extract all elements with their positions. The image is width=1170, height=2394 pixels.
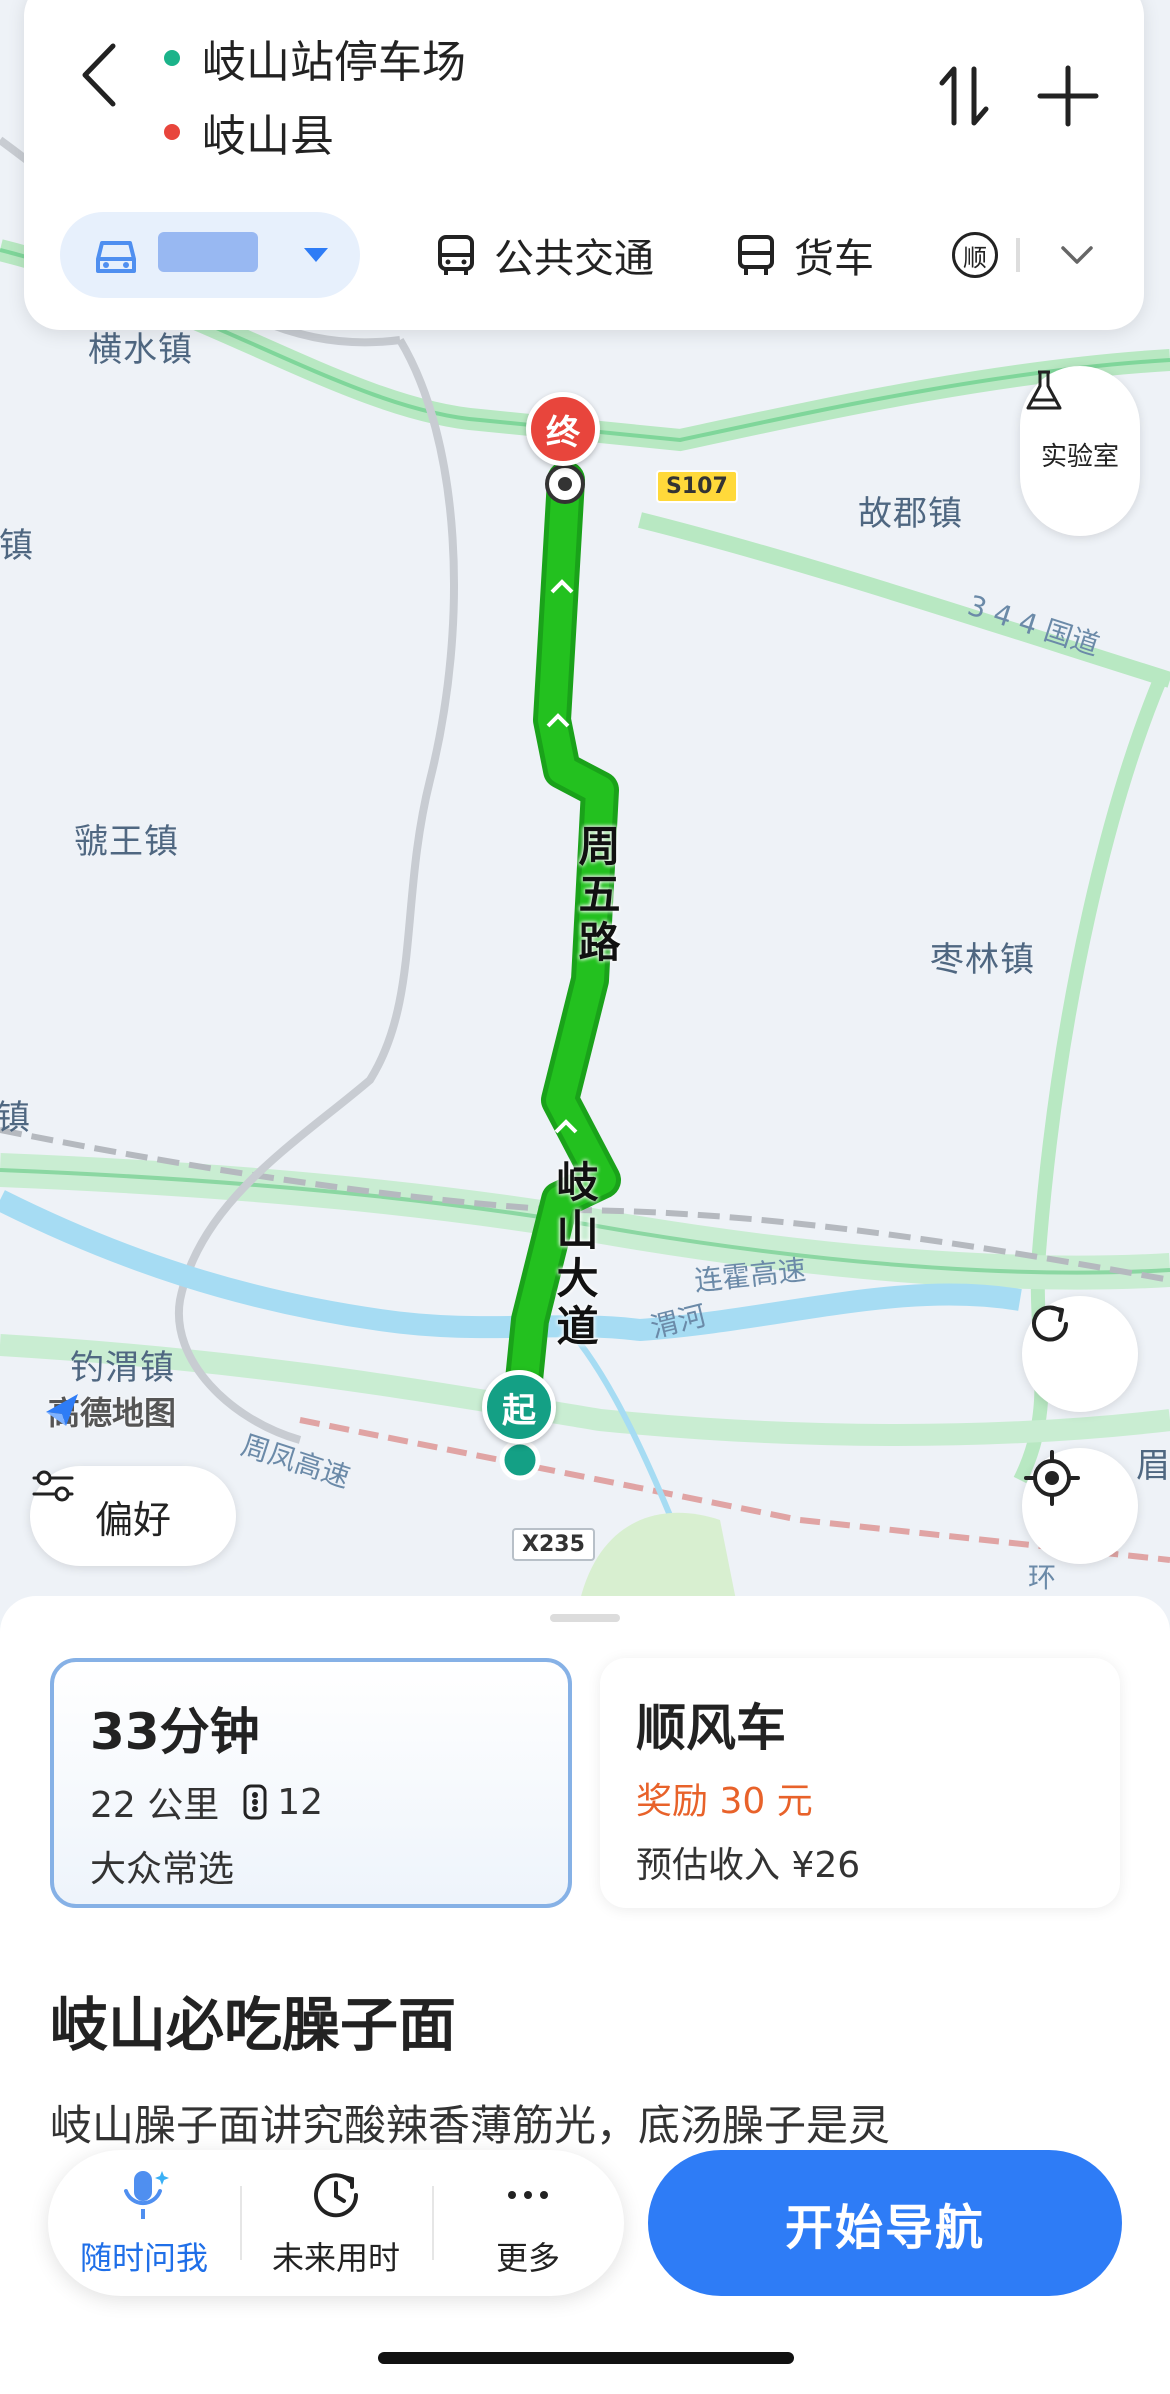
refresh-icon xyxy=(1032,1305,1068,1342)
locate-button[interactable] xyxy=(1022,1448,1138,1564)
place-label: 镇 xyxy=(0,1098,31,1138)
route-road-name: 周五路 xyxy=(572,824,621,968)
back-button[interactable] xyxy=(64,30,134,120)
plus-icon xyxy=(1037,65,1099,127)
lab-label: 实验室 xyxy=(1040,441,1119,472)
carpool-icon: 顺 xyxy=(952,232,998,278)
tab-truck[interactable]: 货车 xyxy=(734,226,874,284)
home-indicator[interactable] xyxy=(378,2352,794,2364)
road-shield: X235 xyxy=(512,1528,595,1561)
place-label: 虢王镇 xyxy=(74,822,179,862)
tab-public-transit[interactable]: 公共交通 xyxy=(434,226,654,284)
add-waypoint-button[interactable] xyxy=(1028,56,1108,136)
truck-icon xyxy=(738,235,774,275)
route-distance: 22 公里 xyxy=(90,1785,220,1826)
redacted-label xyxy=(158,232,258,272)
traffic-light-count: 12 xyxy=(277,1781,324,1823)
carpool-reward: 奖励 30 元 xyxy=(636,1781,813,1822)
tab-label: 货车 xyxy=(794,236,874,282)
fade-divider xyxy=(1016,238,1020,272)
refresh-route-button[interactable] xyxy=(1022,1296,1138,1412)
microphone-icon xyxy=(124,2171,169,2219)
bottom-action-bar: 随时问我 未来用时 更多 xyxy=(48,2150,624,2296)
place-label: 眉 xyxy=(1136,1446,1170,1486)
chevron-down-icon xyxy=(1061,246,1093,264)
route-stats: 22 公里 12 xyxy=(90,1776,532,1828)
destination-pin[interactable]: 终 xyxy=(526,392,600,466)
preference-button[interactable]: 偏好 xyxy=(30,1466,236,1566)
place-label: 枣林镇 xyxy=(930,940,1035,980)
route-tag: 大众常选 xyxy=(90,1849,235,1890)
carpool-title: 顺风车 xyxy=(636,1699,786,1757)
destination-dot xyxy=(164,124,180,140)
bus-icon xyxy=(438,235,474,275)
article-title[interactable]: 岐山必吃臊子面 xyxy=(50,1978,456,2062)
tab-label: 公共交通 xyxy=(494,236,654,282)
amap-logo-icon xyxy=(46,1394,78,1426)
preference-label: 偏好 xyxy=(94,1497,171,1542)
more-button[interactable]: 更多 xyxy=(432,2150,624,2296)
start-navigation-button[interactable]: 开始导航 xyxy=(648,2150,1122,2296)
carpool-card[interactable]: 顺风车 奖励 30 元 预估收入 ¥26 xyxy=(600,1658,1120,1908)
amap-logo: 高德地图 xyxy=(40,1388,176,1434)
origin-dot xyxy=(164,50,180,66)
road-shield: S107 xyxy=(656,470,738,503)
route-option-card[interactable]: 33分钟 22 公里 12 大众常选 xyxy=(50,1658,572,1908)
caret-down-icon xyxy=(304,248,328,262)
place-label: 角镇 xyxy=(0,526,34,566)
tab-driving[interactable] xyxy=(60,212,360,298)
origin-pin[interactable]: 起 xyxy=(482,1370,556,1444)
locate-icon xyxy=(1024,1450,1080,1506)
sheet-handle[interactable] xyxy=(550,1614,620,1622)
tab-carpool[interactable]: 顺 xyxy=(952,232,1110,278)
more-icon xyxy=(508,2191,548,2199)
sliders-icon xyxy=(32,1470,74,1502)
route-duration: 33分钟 xyxy=(90,1703,260,1761)
swap-button[interactable] xyxy=(924,56,1004,136)
flask-icon xyxy=(1026,370,1062,410)
carpool-income: 预估收入 ¥26 xyxy=(636,1845,861,1886)
road-label: 环 xyxy=(1028,1561,1057,1594)
route-road-name: 岐山大道 xyxy=(550,1160,599,1352)
chevron-left-icon xyxy=(82,43,116,107)
destination-text: 岐山县 xyxy=(202,111,334,162)
place-label: 故郡镇 xyxy=(858,494,963,534)
voice-assistant-label: 随时问我 xyxy=(79,2239,208,2277)
origin-field[interactable]: 岐山站停车场 xyxy=(164,26,466,90)
swap-icon xyxy=(939,66,989,126)
place-label: 钓渭镇 xyxy=(70,1348,175,1388)
clock-icon xyxy=(314,2173,359,2218)
future-time-label: 未来用时 xyxy=(271,2239,400,2277)
transport-mode-tabs: 公共交通 货车 顺 xyxy=(60,212,1144,298)
route-input-card: 岐山站停车场 岐山县 公共交通 货车 顺 xyxy=(24,0,1144,330)
traffic-light-icon xyxy=(243,1784,267,1820)
future-time-button[interactable]: 未来用时 xyxy=(240,2150,432,2296)
destination-field[interactable]: 岐山县 xyxy=(164,100,334,164)
car-icon xyxy=(96,241,136,273)
lab-button[interactable]: 实验室 xyxy=(1020,366,1140,536)
origin-text: 岐山站停车场 xyxy=(202,37,466,88)
more-label: 更多 xyxy=(495,2239,560,2277)
voice-assistant-button[interactable]: 随时问我 xyxy=(48,2150,240,2296)
